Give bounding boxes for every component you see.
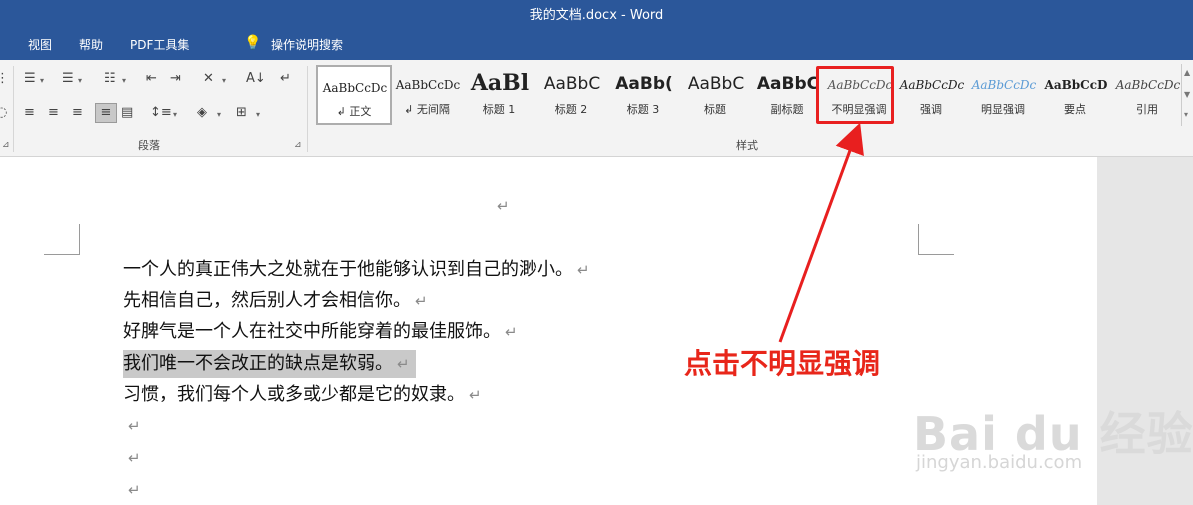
paragraph-mark: ↵ <box>497 197 510 215</box>
chevron-up-icon[interactable]: ▲ <box>1184 68 1190 77</box>
partial-icon[interactable]: ⋮ <box>0 70 9 88</box>
watermark-url: jingyan.baidu.com <box>916 452 1083 473</box>
document-line[interactable]: 好脾气是一个人在社交中所能穿着的最佳服饰。 ↵ <box>123 318 518 346</box>
style-emphasis[interactable]: AaBbCcDc 强调 <box>895 64 967 124</box>
paragraph-launcher-icon[interactable]: ⊿ <box>294 140 302 150</box>
ribbon-tabs: 视图 帮助 PDF工具集 💡 操作说明搜索 <box>0 30 1193 60</box>
more-styles-icon[interactable]: ▾ <box>1184 110 1188 119</box>
style-heading-3[interactable]: AaBb( 标题 3 <box>607 64 679 124</box>
margin-corner <box>44 224 80 255</box>
document-line-selected[interactable]: 我们唯一不会改正的缺点是软弱。 ↵ <box>123 350 416 378</box>
tell-me-search[interactable]: 操作说明搜索 <box>271 36 343 53</box>
chevron-down-icon[interactable]: ▾ <box>40 72 44 90</box>
style-normal[interactable]: AaBbCcDc ↲ 正文 <box>316 65 392 125</box>
align-left-icon[interactable]: ≡ <box>24 104 35 122</box>
annotation-label: 点击不明显强调 <box>684 347 881 380</box>
align-center-icon[interactable]: ≡ <box>48 104 59 122</box>
chinese-layout-icon[interactable]: ✕ <box>203 70 214 88</box>
tab-help[interactable]: 帮助 <box>79 36 103 53</box>
bullets-icon[interactable]: ☰ <box>24 70 36 88</box>
group-separator <box>307 66 308 152</box>
borders-icon[interactable]: ⊞ <box>236 104 247 122</box>
group-separator <box>13 66 14 152</box>
paragraph-mark: ↵ <box>128 481 141 499</box>
document-line[interactable]: 一个人的真正伟大之处就在于他能够认识到自己的渺小。 ↵ <box>123 256 590 284</box>
distributed-icon[interactable]: ▤ <box>121 104 133 122</box>
multilevel-list-icon[interactable]: ☷ <box>104 70 116 88</box>
sort-icon[interactable]: A↓ <box>246 70 266 88</box>
chevron-down-icon[interactable]: ▾ <box>78 72 82 90</box>
lightbulb-icon[interactable]: 💡 <box>244 35 261 51</box>
tab-view[interactable]: 视图 <box>28 36 52 53</box>
style-heading-1[interactable]: AaBl 标题 1 <box>463 64 535 124</box>
paragraph-mark: ↵ <box>128 449 141 467</box>
style-heading-2[interactable]: AaBbC 标题 2 <box>535 64 607 124</box>
title-bar: 我的文档.docx - Word <box>0 0 1193 30</box>
chevron-down-icon[interactable]: ▾ <box>222 72 226 90</box>
chevron-down-icon[interactable]: ▾ <box>256 106 260 124</box>
shading-icon[interactable]: ◈ <box>197 104 207 122</box>
style-intense-emphasis[interactable]: AaBbCcDc 明显强调 <box>967 64 1039 124</box>
styles-group-label: 样式 <box>736 139 758 152</box>
styles-gallery: AaBbCcDc ↲ 正文 AaBbCcDc ↲ 无间隔 AaBl 标题 1 A… <box>315 64 1181 126</box>
launcher-icon[interactable]: ⊿ <box>2 140 10 150</box>
chevron-down-icon[interactable]: ▾ <box>217 106 221 124</box>
style-no-spacing[interactable]: AaBbCcDc ↲ 无间隔 <box>391 64 463 124</box>
style-subtitle[interactable]: AaBbC 副标题 <box>751 64 823 124</box>
paragraph-group-label: 段落 <box>138 139 160 152</box>
partial-icon[interactable]: ◌ <box>0 104 7 122</box>
chevron-down-icon[interactable]: ▾ <box>122 72 126 90</box>
chevron-down-icon[interactable]: ▼ <box>1184 90 1190 99</box>
gallery-scroll[interactable]: ▲ ▼ ▾ <box>1181 64 1193 126</box>
chevron-down-icon[interactable]: ▾ <box>173 106 177 124</box>
window-title: 我的文档.docx - Word <box>529 8 664 23</box>
increase-indent-icon[interactable]: ⇥ <box>170 70 181 88</box>
paragraph-mark: ↵ <box>128 417 141 435</box>
line-spacing-icon[interactable]: ↕≡ <box>150 104 172 122</box>
highlight-box <box>816 66 894 124</box>
decrease-indent-icon[interactable]: ⇤ <box>146 70 157 88</box>
style-title[interactable]: AaBbC 标题 <box>679 64 751 124</box>
align-right-icon[interactable]: ≡ <box>72 104 83 122</box>
justify-icon[interactable]: ≡ <box>95 103 117 123</box>
document-line[interactable]: 习惯，我们每个人或多或少都是它的奴隶。 ↵ <box>123 381 482 409</box>
margin-corner <box>918 224 954 255</box>
style-quote[interactable]: AaBbCcDc 引用 <box>1111 64 1183 124</box>
show-marks-icon[interactable]: ↵ <box>280 70 291 88</box>
tab-pdf-tools[interactable]: PDF工具集 <box>130 36 189 53</box>
style-strong[interactable]: AaBbCcD 要点 <box>1039 64 1111 124</box>
document-line[interactable]: 先相信自己，然后别人才会相信你。 ↵ <box>123 287 428 315</box>
numbering-icon[interactable]: ☰ <box>62 70 74 88</box>
